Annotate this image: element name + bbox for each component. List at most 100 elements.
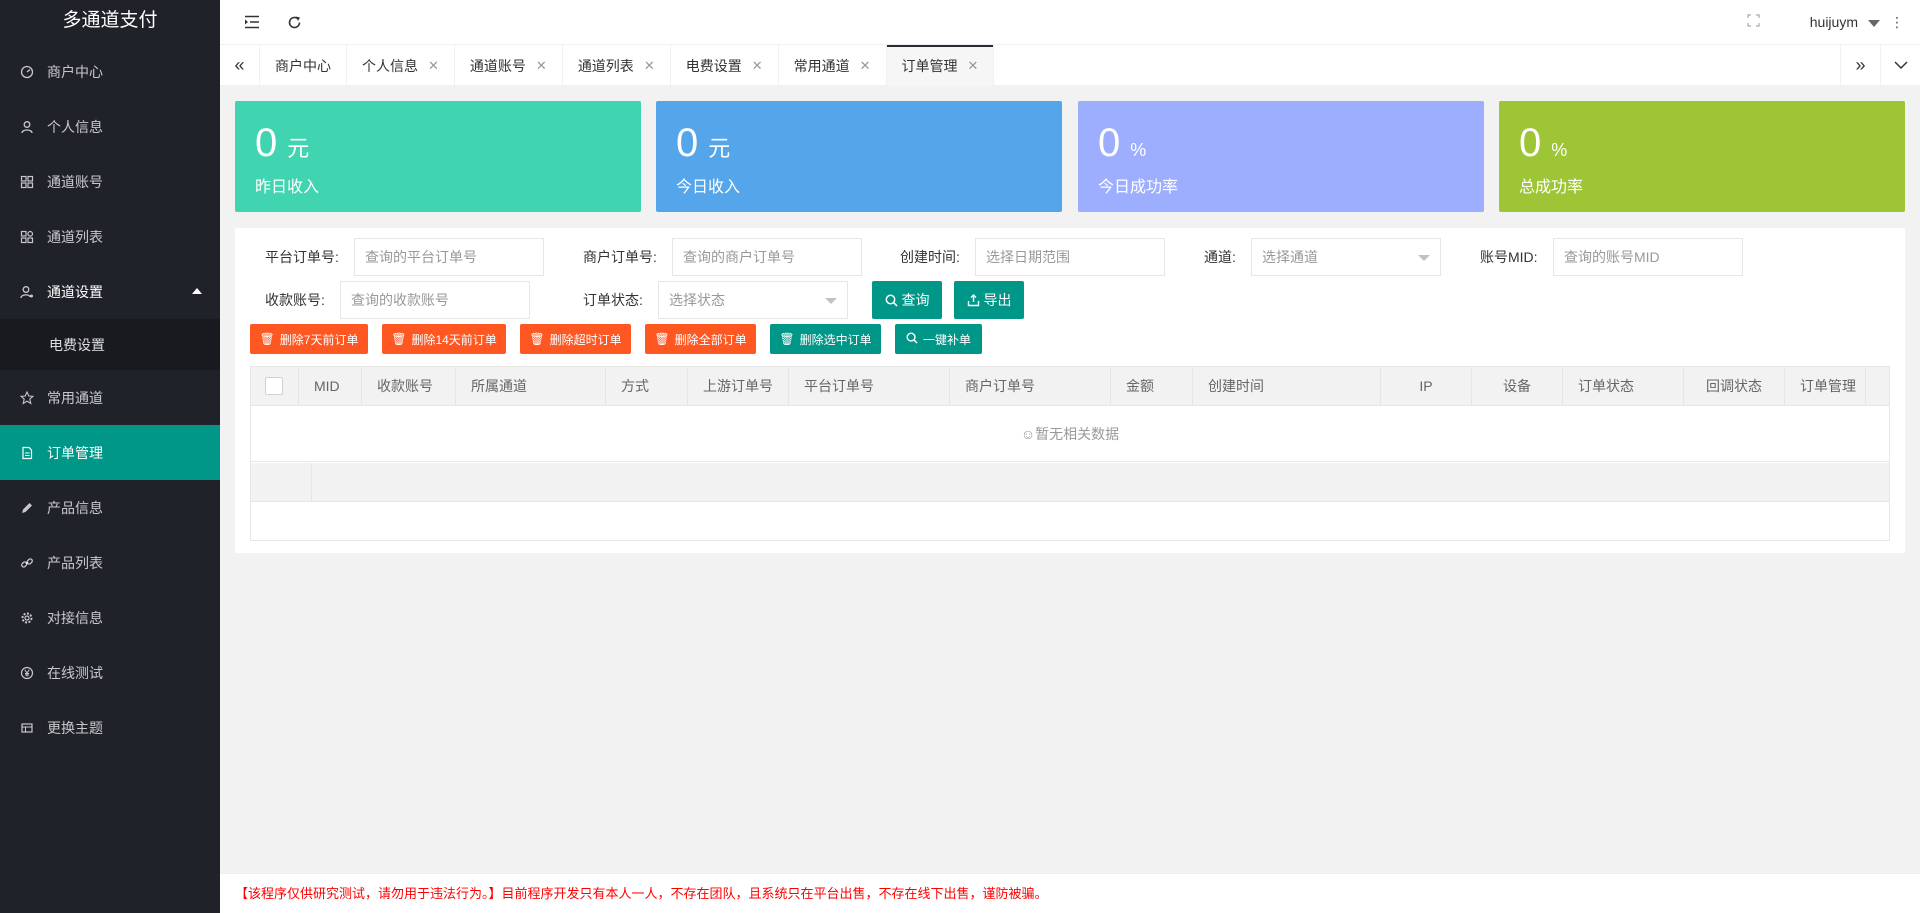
column-header[interactable]: 收款账号 [362,367,456,406]
sidebar-item-product-list[interactable]: 产品列表 [0,535,220,590]
sidebar-item-order-management[interactable]: 订单管理 [0,425,220,480]
username: huijuym [1809,14,1858,30]
sidebar-subitem-electricity-settings[interactable]: 电费设置 [0,319,220,370]
tab-common-channels[interactable]: 常用通道 ✕ [779,45,887,86]
column-header[interactable]: 方式 [606,367,688,406]
order-status-label: 订单状态: [583,292,643,308]
column-header[interactable]: 回调状态 [1684,367,1785,406]
tab-personal-info[interactable]: 个人信息 ✕ [347,45,455,86]
sidebar-item-label: 更换主题 [47,719,103,736]
dashboard-icon [20,65,34,79]
user-menu[interactable]: huijuym [1810,0,1880,45]
column-header[interactable]: 所属通道 [456,367,606,406]
sidebar-item-integration-info[interactable]: 对接信息 [0,590,220,645]
column-header[interactable]: 商户订单号 [950,367,1111,406]
merchant-order-input[interactable]: 查询的商户订单号 [672,238,862,276]
trash-icon: 🗑 [779,332,795,346]
tab-electricity-settings[interactable]: 电费设置 ✕ [671,45,779,86]
stat-card-today-success-rate: 0% 今日成功率 [1078,101,1484,212]
tab-label: 常用通道 [793,57,850,74]
close-icon[interactable]: ✕ [536,58,547,74]
tab-list: 商户中心 个人信息 ✕ 通道账号 ✕ 通道列表 ✕ 电费设置 ✕ 常用通道 ✕ 订单管理 ✕ [260,45,995,86]
account-mid-input[interactable]: 查询的账号MID [1553,238,1743,276]
sidebar-item-channel-accounts[interactable]: 通道账号 [0,154,220,209]
document-icon [20,446,34,460]
sidebar-nav: 商户中心 个人信息 通道账号 通道列表 通道设置 电费设置 常用通道 订单管理 … [0,44,220,755]
stat-label: 今日成功率 [1098,179,1179,196]
tab-channel-list[interactable]: 通道列表 ✕ [563,45,671,86]
sidebar-item-common-channels[interactable]: 常用通道 [0,370,220,425]
sidebar-item-personal-info[interactable]: 个人信息 [0,99,220,154]
tabs-scroll-left-icon[interactable]: « [220,45,260,86]
column-header[interactable]: 金额 [1111,367,1193,406]
column-header[interactable]: 平台订单号 [789,367,950,406]
tabs-scroll-right-icon[interactable]: » [1840,45,1880,86]
sidebar-item-label: 订单管理 [47,444,103,461]
gear-icon [20,611,34,625]
column-header[interactable]: 设备 [1472,367,1563,406]
tab-channel-accounts[interactable]: 通道账号 ✕ [455,45,563,86]
select-all-checkbox[interactable] [265,377,283,395]
column-header[interactable]: 订单状态 [1563,367,1684,406]
sidebar-subitem-label: 电费设置 [49,336,105,353]
delete-all-button[interactable]: 🗑 删除全部订单 [645,324,756,354]
sidebar-item-online-test[interactable]: 在线测试 [0,645,220,700]
close-icon[interactable]: ✕ [968,58,979,74]
column-header[interactable]: 上游订单号 [688,367,789,406]
user-icon [20,120,34,134]
app-logo-title[interactable]: 多通道支付 [0,0,220,44]
pencil-icon [20,501,34,515]
tab-merchant-center[interactable]: 商户中心 [260,45,347,86]
sidebar-item-label: 产品列表 [47,554,103,571]
close-icon[interactable]: ✕ [860,58,871,74]
delete-14-days-label: 删除14天前订单 [411,332,497,347]
order-status-select[interactable]: 选择状态 [658,281,848,319]
menu-collapse-icon[interactable] [242,12,262,32]
delete-timeout-button[interactable]: 🗑 删除超时订单 [520,324,631,354]
receive-account-input[interactable]: 查询的收款账号 [340,281,530,319]
sidebar-item-channel-list[interactable]: 通道列表 [0,209,220,264]
apps-icon [20,230,34,244]
delete-14-days-button[interactable]: 🗑 删除14天前订单 [382,324,506,354]
column-header[interactable]: 订单管理 [1785,367,1866,406]
platform-order-input[interactable]: 查询的平台订单号 [354,238,544,276]
close-icon[interactable]: ✕ [752,58,763,74]
grid-icon [20,175,34,189]
one-click-fill-button[interactable]: 一键补单 [895,324,982,354]
export-button[interactable]: 导出 [954,281,1024,319]
caret-down-icon [1868,19,1880,27]
user-settings-icon [20,285,34,299]
caret-down-icon [1418,255,1430,261]
stat-unit: 元 [287,136,310,161]
search-button[interactable]: 查询 [872,281,942,319]
date-range-input[interactable]: 选择日期范围 [975,238,1165,276]
stat-card-yesterday-income: 0元 昨日收入 [235,101,641,212]
close-icon[interactable]: ✕ [428,58,439,74]
column-header[interactable]: IP [1381,367,1472,406]
sidebar-item-label: 通道列表 [47,228,103,245]
sidebar-item-change-theme[interactable]: 更换主题 [0,700,220,755]
delete-7-days-button[interactable]: 🗑 删除7天前订单 [250,324,368,354]
tabs-menu-chevron-down-icon[interactable] [1880,45,1920,86]
sidebar-item-label: 在线测试 [47,664,103,681]
column-header[interactable]: MID [299,367,362,406]
stat-label: 今日收入 [676,179,741,196]
more-vertical-icon[interactable]: ⋮ [1890,14,1904,31]
channel-select[interactable]: 选择通道 [1251,238,1441,276]
table-fixed-column-bar [251,463,1889,502]
tab-label: 电费设置 [685,57,742,74]
sidebar-item-merchant-center[interactable]: 商户中心 [0,44,220,99]
close-icon[interactable]: ✕ [644,58,655,74]
channel-select-value: 选择通道 [1262,249,1318,265]
refresh-icon[interactable] [284,12,304,32]
sidebar-item-label: 产品信息 [47,499,103,516]
sidebar-item-product-info[interactable]: 产品信息 [0,480,220,535]
tab-order-management[interactable]: 订单管理 ✕ [886,45,995,86]
sidebar-item-channel-settings[interactable]: 通道设置 [0,264,220,319]
column-header[interactable]: 创建时间 [1193,367,1381,406]
search-icon [906,332,918,347]
tab-label: 商户中心 [275,57,331,74]
account-mid-label: 账号MID: [1480,249,1538,265]
fullscreen-icon[interactable] [1747,14,1760,30]
delete-selected-button[interactable]: 🗑 删除选中订单 [770,324,881,354]
